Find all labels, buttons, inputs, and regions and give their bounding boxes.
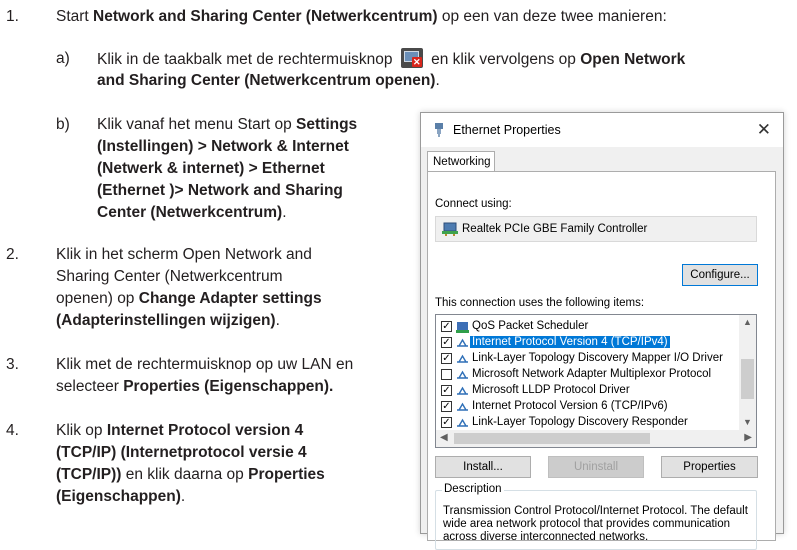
- step-text: op een van deze twee manieren:: [437, 8, 667, 25]
- step-text: en klik vervolgens op: [426, 51, 581, 68]
- protocol-icon: [457, 338, 468, 347]
- step-text: Klik op: [56, 422, 107, 439]
- dialog-title: Ethernet Properties: [453, 123, 561, 137]
- step-bold: Properties: [248, 466, 325, 483]
- scroll-left-icon[interactable]: ◀: [440, 432, 448, 443]
- step-bold: Network and Sharing Center (Netwerkcentr…: [93, 8, 438, 25]
- step-bold: Change Adapter settings: [138, 290, 322, 307]
- adapter-box: Realtek PCIe GBE Family Controller: [435, 216, 757, 242]
- item-label: Microsoft LLDP Protocol Driver: [472, 384, 630, 396]
- vertical-scrollbar[interactable]: ▲ ▼: [739, 315, 756, 431]
- item-label: Link-Layer Topology Discovery Mapper I/O…: [472, 352, 723, 364]
- step-number: 4.: [6, 422, 19, 439]
- install-button[interactable]: Install...: [435, 456, 531, 478]
- item-label: QoS Packet Scheduler: [472, 320, 589, 332]
- step-number: 2.: [6, 246, 19, 263]
- step-text: Klik in de taakbalk met de rechtermuiskn…: [97, 51, 393, 68]
- step-bold: (Eigenschappen): [56, 488, 181, 505]
- list-item[interactable]: ✓ QoS Packet Scheduler: [436, 319, 736, 335]
- scroll-right-icon[interactable]: ▶: [744, 432, 752, 443]
- scroll-thumb[interactable]: [454, 433, 650, 444]
- list-item[interactable]: Microsoft Network Adapter Multiplexor Pr…: [436, 367, 736, 383]
- list-item[interactable]: ✓ Internet Protocol Version 6 (TCP/IPv6): [436, 399, 736, 415]
- step-bold: Properties (Eigenschappen).: [123, 378, 334, 395]
- checkbox[interactable]: ✓: [441, 353, 452, 364]
- step-text: Start: [56, 8, 94, 25]
- item-label: Internet Protocol Version 4 (TCP/IPv4): [470, 336, 670, 348]
- item-label: Internet Protocol Version 6 (TCP/IPv6): [472, 400, 668, 412]
- checkbox[interactable]: ✓: [441, 385, 452, 396]
- items-list[interactable]: ✓ QoS Packet Scheduler ✓ Internet Protoc…: [435, 314, 757, 448]
- network-adapter-icon: [442, 222, 458, 236]
- protocol-icon: [457, 354, 468, 363]
- step-bold: Open Network: [580, 51, 686, 68]
- step-bold: (Netwerk & internet) > Ethernet: [97, 160, 325, 177]
- description-legend: Description: [442, 483, 504, 495]
- configure-button[interactable]: Configure...: [682, 264, 758, 286]
- ethernet-icon: [435, 123, 443, 137]
- horizontal-scrollbar[interactable]: ◀ ▶: [436, 430, 756, 447]
- step-bold: (TCP/IP) (Internetprotocol versie 4: [56, 444, 307, 461]
- scroll-thumb[interactable]: [741, 359, 754, 399]
- dialog-body: Networking Connect using: Realtek PCIe G…: [421, 147, 783, 550]
- protocol-icon: [457, 402, 468, 411]
- list-item[interactable]: ✓ Link-Layer Topology Discovery Mapper I…: [436, 351, 736, 367]
- protocol-icon: [457, 418, 468, 427]
- scroll-down-icon[interactable]: ▼: [743, 417, 752, 427]
- step-bold: and Sharing Center (Netwerkcentrum opene…: [97, 72, 436, 89]
- close-icon[interactable]: ✕: [757, 120, 771, 140]
- step-text: Klik met de rechtermuisknop op uw LAN en: [56, 356, 354, 373]
- description-group: Description Transmission Control Protoco…: [435, 483, 757, 550]
- step-text: Sharing Center (Netwerkcentrum: [56, 268, 283, 285]
- checkbox[interactable]: ✓: [441, 417, 452, 428]
- adapter-name: Realtek PCIe GBE Family Controller: [462, 223, 648, 235]
- items-label: This connection uses the following items…: [435, 297, 645, 309]
- step-number: 1.: [6, 8, 19, 25]
- connect-using-label: Connect using:: [435, 198, 512, 210]
- list-item[interactable]: ✓ Link-Layer Topology Discovery Responde…: [436, 415, 736, 431]
- checkbox[interactable]: ✓: [441, 401, 452, 412]
- step-bold: (Instellingen) > Network & Internet: [97, 138, 349, 155]
- step-bold: Settings: [296, 116, 358, 133]
- network-tray-icon: ✕: [400, 48, 423, 68]
- item-label: Link-Layer Topology Discovery Responder: [472, 416, 688, 428]
- step-text: Klik vanaf het menu Start op: [97, 116, 297, 133]
- protocol-icon: [457, 386, 468, 395]
- step-bold: (Adapterinstellingen wijzigen): [56, 312, 276, 329]
- ethernet-properties-dialog: Ethernet Properties ✕ Networking Connect…: [420, 112, 784, 550]
- step-bold: (Ethernet )> Network and Sharing: [97, 182, 343, 199]
- step-bold: Internet Protocol version 4: [106, 422, 304, 439]
- title-bar[interactable]: Ethernet Properties ✕: [421, 113, 783, 147]
- step-text: selecteer: [56, 378, 124, 395]
- list-item[interactable]: ✓ Microsoft LLDP Protocol Driver: [436, 383, 736, 399]
- scroll-up-icon[interactable]: ▲: [743, 317, 752, 327]
- step-letter: b): [56, 116, 70, 133]
- step-number: 3.: [6, 356, 19, 373]
- qos-icon: [456, 322, 469, 333]
- step-bold: Center (Netwerkcentrum): [97, 204, 283, 221]
- uninstall-button[interactable]: Uninstall: [548, 456, 644, 478]
- list-item-selected[interactable]: ✓ Internet Protocol Version 4 (TCP/IPv4): [436, 335, 736, 351]
- protocol-icon: [457, 370, 468, 379]
- checkbox[interactable]: [441, 369, 452, 380]
- step-text: Klik in het scherm Open Network and: [56, 246, 312, 263]
- checkbox[interactable]: ✓: [441, 337, 452, 348]
- checkbox[interactable]: ✓: [441, 321, 452, 332]
- step-bold: (TCP/IP)): [56, 466, 122, 483]
- tab-networking[interactable]: Networking: [427, 151, 495, 171]
- item-label: Microsoft Network Adapter Multiplexor Pr…: [472, 368, 712, 380]
- step-letter: a): [56, 50, 70, 67]
- networking-panel: Connect using: Realtek PCIe GBE Family C…: [427, 171, 776, 550]
- properties-button[interactable]: Properties: [661, 456, 758, 478]
- step-text: openen) op: [56, 290, 139, 307]
- description-text: Transmission Control Protocol/Internet P…: [443, 505, 748, 543]
